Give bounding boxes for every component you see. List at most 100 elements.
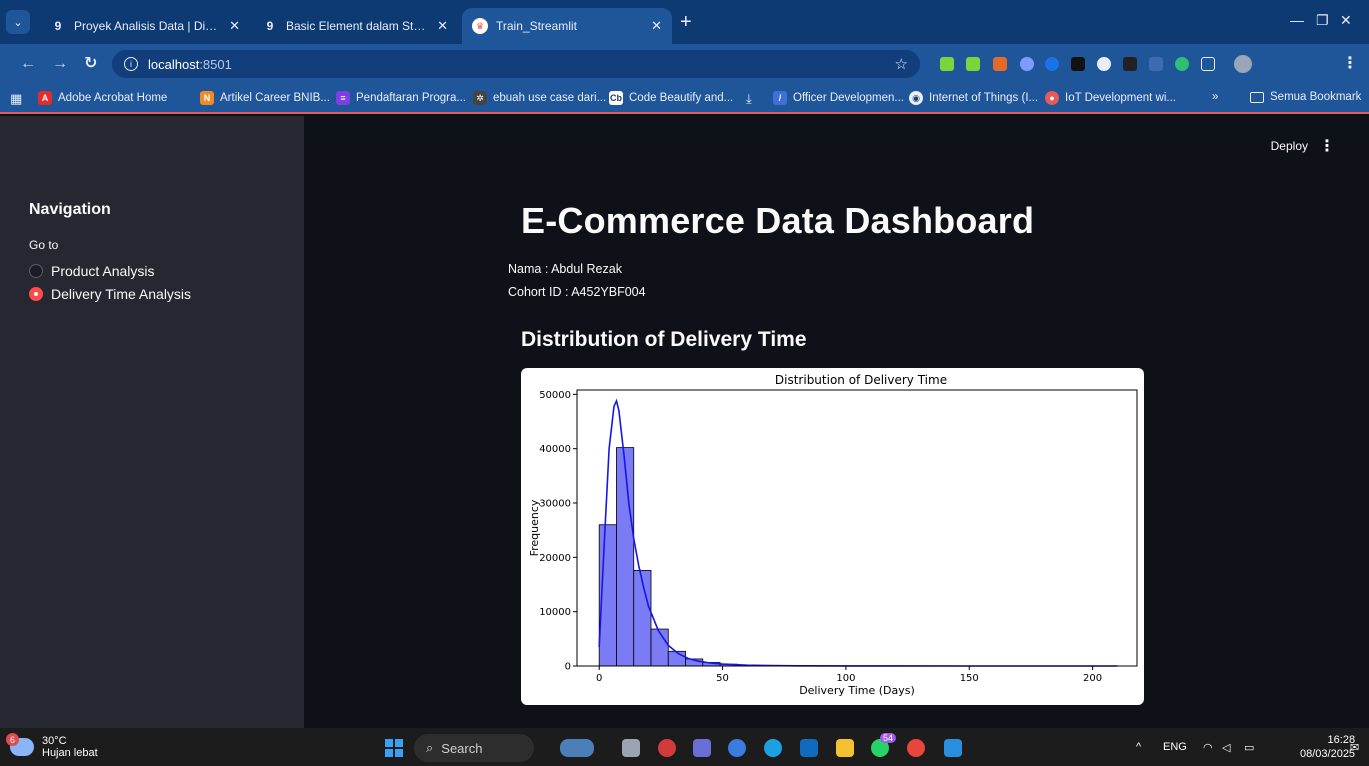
extension-icon[interactable] <box>966 57 980 71</box>
battery-icon[interactable]: ▭ <box>1244 741 1254 754</box>
x-tick-label: 100 <box>836 673 855 684</box>
x-tick-label: 200 <box>1083 673 1102 684</box>
student-name: Nama : Abdul Rezak <box>508 262 622 276</box>
bookmarks-overflow[interactable]: » <box>1212 91 1218 103</box>
vscode-icon[interactable] <box>944 739 962 757</box>
kde-curve <box>598 398 1118 667</box>
y-tick-label: 40000 <box>539 444 571 455</box>
bookmark-use-case[interactable]: ✲ ebuah use case dari... <box>473 91 606 105</box>
globe-icon: ◉ <box>909 91 923 105</box>
search-icon: ⌕ <box>426 740 434 755</box>
radio-product-analysis[interactable]: Product Analysis <box>29 263 155 279</box>
chart-card: Distribution of Delivery Time 0 50 100 150 2… <box>521 368 1144 705</box>
tray-chevron-icon[interactable]: ^ <box>1136 741 1141 753</box>
clock-time: 16:28 <box>1327 734 1356 746</box>
back-icon[interactable]: ← <box>20 54 36 74</box>
bookmark-adobe[interactable]: A Adobe Acrobat Home <box>38 91 167 105</box>
adobe-icon: A <box>38 91 52 105</box>
clock[interactable]: 16:28 08/03/2025 <box>1300 733 1355 761</box>
forward-icon[interactable]: → <box>52 54 68 74</box>
extension-icon[interactable] <box>1071 57 1085 71</box>
browser-toolbar: ← → ↻ i localhost:8501 ☆ ⋮ <box>0 44 1369 84</box>
widgets-icon[interactable] <box>560 739 594 757</box>
extension-icon[interactable] <box>1149 57 1163 71</box>
close-icon[interactable]: ✕ <box>651 18 662 34</box>
extension-icon[interactable] <box>1175 57 1189 71</box>
apps-grid-icon[interactable]: ▦ <box>10 91 22 107</box>
weather-widget[interactable]: 6 30°C Hujan lebat <box>6 733 98 759</box>
radio-label: Delivery Time Analysis <box>51 286 192 302</box>
task-view-icon[interactable] <box>622 739 640 757</box>
app-icon[interactable] <box>658 739 676 757</box>
metamask-icon[interactable] <box>993 57 1007 71</box>
tab-search-chevron-icon[interactable]: ⌄ <box>6 10 30 34</box>
page-title: E-Commerce Data Dashboard <box>521 200 1035 241</box>
reload-icon[interactable]: ↻ <box>84 54 97 74</box>
volume-icon[interactable]: ◁ <box>1222 741 1230 754</box>
weather-condition: Hujan lebat <box>42 747 98 759</box>
teams-icon[interactable] <box>693 739 711 757</box>
bookmark-star-icon[interactable]: ☆ <box>895 55 908 73</box>
edge-icon[interactable] <box>764 739 782 757</box>
dicoding-icon: 9 <box>54 19 62 33</box>
extension-icon[interactable] <box>1045 57 1059 71</box>
main-menu-icon[interactable]: ⋮ <box>1319 136 1335 156</box>
windows-start-icon[interactable] <box>385 739 403 757</box>
browser-menu-icon[interactable]: ⋮ <box>1342 54 1358 74</box>
histogram-bar <box>616 447 635 667</box>
x-axis-ticks: 0 50 100 150 200 <box>596 666 1102 684</box>
tab-train-streamlit[interactable]: ♛ Train_Streamlit ✕ <box>462 8 672 44</box>
close-icon[interactable]: ✕ <box>437 18 448 34</box>
tab-proyek-analisis[interactable]: 9 Proyek Analisis Data | Dicoding ✕ <box>40 8 250 44</box>
site-info-icon[interactable]: i <box>124 57 138 71</box>
bookmark-code-beautify[interactable]: Cb Code Beautify and... <box>609 91 733 105</box>
bookmark-folder-all[interactable]: Semua Bookmark <box>1250 91 1361 103</box>
extension-icon[interactable] <box>1020 57 1034 71</box>
tab-title: Basic Element dalam Streamlit | <box>286 19 429 33</box>
officer-icon: / <box>773 91 787 105</box>
bookmark-officer[interactable]: / Officer Developmen... <box>773 91 904 105</box>
close-icon[interactable]: ✕ <box>229 18 240 34</box>
tab-title: Proyek Analisis Data | Dicoding <box>74 19 221 33</box>
notification-icon[interactable]: ✉ <box>1350 741 1359 754</box>
radio-delivery-time-analysis[interactable]: Delivery Time Analysis <box>29 286 191 302</box>
language-indicator[interactable]: ENG <box>1163 741 1187 753</box>
tab-basic-element[interactable]: 9 Basic Element dalam Streamlit | ✕ <box>252 8 458 44</box>
profile-avatar[interactable] <box>1234 55 1252 73</box>
chrome-icon[interactable] <box>907 739 925 757</box>
file-explorer-icon[interactable] <box>836 739 854 757</box>
minimize-icon[interactable]: — <box>1290 12 1304 28</box>
taskbar-search[interactable]: ⌕ Search <box>414 734 534 762</box>
radio-checked-icon[interactable] <box>29 287 43 301</box>
extension-icon[interactable] <box>940 57 954 71</box>
bookmark-iot-dev[interactable]: ● IoT Development wi... <box>1045 91 1176 105</box>
bookmark-artikel[interactable]: N Artikel Career BNIB... <box>200 91 330 105</box>
new-tab-button[interactable]: + <box>680 12 692 32</box>
address-bar[interactable]: i localhost:8501 ☆ <box>112 50 920 78</box>
dicoding-icon: 9 <box>266 19 274 33</box>
extensions-puzzle-icon[interactable] <box>1201 57 1215 71</box>
extension-icon[interactable] <box>1097 57 1111 71</box>
folder-icon <box>1250 91 1264 103</box>
weather-cloud-icon: 6 <box>6 733 34 756</box>
sidebar-title: Navigation <box>29 201 111 218</box>
wifi-icon[interactable]: ◠ <box>1203 741 1213 754</box>
outlook-icon[interactable] <box>800 739 818 757</box>
deploy-button[interactable]: Deploy <box>1271 139 1308 153</box>
copilot-icon[interactable] <box>728 739 746 757</box>
download-icon[interactable]: ⤓ <box>746 91 752 107</box>
os-taskbar: 6 30°C Hujan lebat ⌕ Search 54 ^ ENG ◠ ◁… <box>0 728 1369 766</box>
restore-icon[interactable]: ❐ <box>1316 12 1329 29</box>
bookmark-pendaftaran[interactable]: ≡ Pendaftaran Progra... <box>336 91 466 105</box>
window-close-icon[interactable]: ✕ <box>1340 12 1352 29</box>
radio-unchecked-icon[interactable] <box>29 264 43 278</box>
weather-badge: 6 <box>6 733 19 746</box>
bnib-icon: N <box>200 91 214 105</box>
chart-title: Distribution of Delivery Time <box>775 373 947 387</box>
y-tick-label: 20000 <box>539 553 571 564</box>
bookmark-label: Internet of Things (I... <box>929 92 1039 104</box>
bookmark-label: Pendaftaran Progra... <box>356 92 466 104</box>
extension-icon[interactable] <box>1123 57 1137 71</box>
bookmark-label: Officer Developmen... <box>793 92 905 104</box>
bookmark-iot[interactable]: ◉ Internet of Things (I... <box>909 91 1038 105</box>
